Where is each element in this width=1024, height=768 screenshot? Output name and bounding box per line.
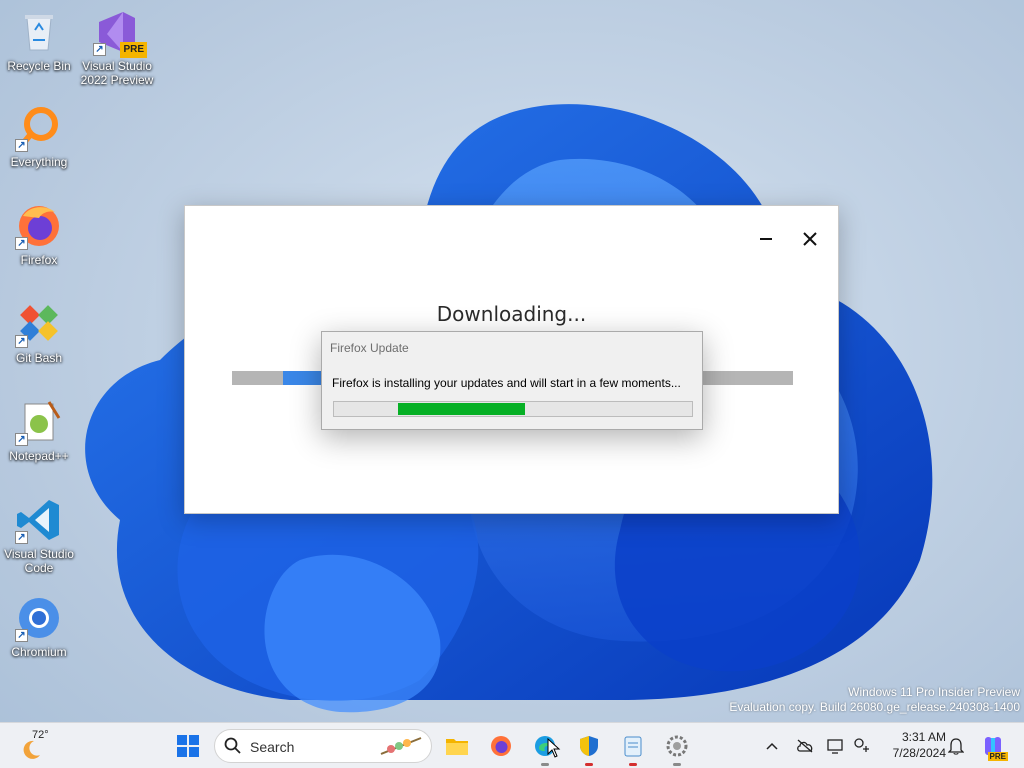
copilot-button[interactable]: PRE [980, 733, 1008, 761]
display-tray[interactable] [826, 736, 846, 756]
close-icon [803, 232, 817, 246]
downloading-heading: Downloading... [436, 302, 587, 326]
minimize-icon [760, 238, 772, 240]
search-icon [224, 737, 241, 754]
show-hidden-icons-button[interactable] [762, 736, 782, 756]
watermark-line-1: Windows 11 Pro Insider Preview [848, 685, 1020, 699]
copilot-badge: PRE [987, 752, 1008, 761]
running-indicator [629, 763, 637, 766]
taskbar-clock[interactable]: 3:31 AM 7/28/2024 [880, 729, 946, 761]
dialog-title: Firefox Update [330, 341, 409, 355]
network-icon [854, 738, 869, 752]
taskbar-firefox[interactable] [484, 730, 518, 762]
vscode-icon: ↗ [15, 496, 63, 544]
desktop-icon-label: Firefox [20, 253, 58, 267]
taskbar-settings[interactable] [660, 730, 694, 766]
desktop-icon-notepad-plus-plus[interactable]: ↗ Notepad++ [0, 398, 78, 463]
shortcut-arrow-icon: ↗ [93, 43, 106, 56]
firefox-icon: ↗ [15, 202, 63, 250]
desktop-icon-label: Chromium [11, 645, 67, 659]
running-indicator [585, 763, 593, 766]
search-highlight-icon [380, 737, 422, 755]
monitor-icon [827, 739, 843, 754]
notifications-button[interactable] [946, 736, 966, 756]
close-button[interactable] [795, 224, 825, 254]
desktop-icon-recycle-bin[interactable]: Recycle Bin [0, 8, 78, 73]
file-explorer-icon [446, 739, 468, 755]
minimize-button[interactable] [751, 224, 781, 254]
desktop-icon-label: Everything [10, 155, 68, 169]
update-progress-fill [398, 403, 525, 415]
shortcut-arrow-icon: ↗ [15, 237, 28, 250]
chromium-icon: ↗ [15, 594, 63, 642]
taskbar-file-explorer[interactable] [440, 730, 474, 762]
preview-badge: PRE [120, 42, 147, 58]
search-placeholder: Search [250, 739, 295, 755]
taskbar-search[interactable]: Search [214, 729, 432, 763]
start-button[interactable] [171, 730, 205, 762]
firefox-icon [491, 736, 511, 756]
running-indicator [673, 763, 681, 766]
visual-studio-icon: ↗ PRE [93, 8, 147, 58]
settings-icon [666, 735, 688, 757]
desktop-icon-label: Recycle Bin [7, 59, 71, 73]
dialog-message: Firefox is installing your updates and w… [332, 376, 681, 390]
onedrive-tray[interactable] [795, 736, 815, 756]
taskbar: 72° Search 3:31 AM 7/28/2024 PRE [0, 722, 1024, 768]
desktop-icon-label: Visual Studio Code [4, 547, 74, 575]
bell-icon [948, 738, 964, 755]
network-tray[interactable] [852, 736, 872, 756]
shortcut-arrow-icon: ↗ [15, 335, 28, 348]
update-progress-track [333, 401, 693, 417]
notepad-icon [624, 736, 642, 757]
shortcut-arrow-icon: ↗ [15, 139, 28, 152]
running-indicator [541, 763, 549, 766]
weather-icon [23, 740, 40, 759]
start-icon [177, 735, 199, 757]
taskbar-notepad[interactable] [616, 730, 650, 766]
shortcut-arrow-icon: ↗ [15, 629, 28, 642]
desktop-icon-everything[interactable]: ↗ Everything [0, 104, 78, 169]
desktop-icon-visual-studio-preview[interactable]: ↗ PRE Visual Studio 2022 Preview [78, 8, 156, 87]
firefox-update-dialog: Firefox Update Firefox is installing you… [321, 331, 703, 430]
security-icon [580, 736, 598, 756]
mouse-cursor-icon [547, 738, 561, 758]
chevron-up-icon [766, 742, 778, 750]
desktop-icon-label: Visual Studio 2022 Preview [80, 59, 154, 87]
desktop-icon-vscode[interactable]: ↗ Visual Studio Code [0, 496, 78, 575]
desktop-icon-label: Git Bash [15, 351, 63, 365]
shortcut-arrow-icon: ↗ [15, 531, 28, 544]
clock-date: 7/28/2024 [892, 746, 946, 760]
desktop-icon-git-bash[interactable]: ↗ Git Bash [0, 300, 78, 365]
git-bash-icon: ↗ [15, 300, 63, 348]
cloud-offline-icon [797, 739, 813, 753]
notepad-plus-plus-icon: ↗ [15, 398, 63, 446]
clock-time: 3:31 AM [901, 730, 946, 744]
everything-icon: ↗ [15, 104, 63, 152]
watermark-line-2: Evaluation copy. Build 26080.ge_release.… [729, 700, 1020, 714]
weather-widget[interactable]: 72° [18, 727, 58, 765]
weather-temp: 72° [32, 729, 49, 741]
os-watermark: Windows 11 Pro Insider Preview Evaluatio… [729, 685, 1020, 715]
desktop-icon-chromium[interactable]: ↗ Chromium [0, 594, 78, 659]
shortcut-arrow-icon: ↗ [15, 433, 28, 446]
desktop-icon-label: Notepad++ [9, 449, 69, 463]
taskbar-security[interactable] [572, 730, 606, 766]
recycle-bin-icon [15, 8, 63, 56]
desktop-icon-firefox[interactable]: ↗ Firefox [0, 202, 78, 267]
